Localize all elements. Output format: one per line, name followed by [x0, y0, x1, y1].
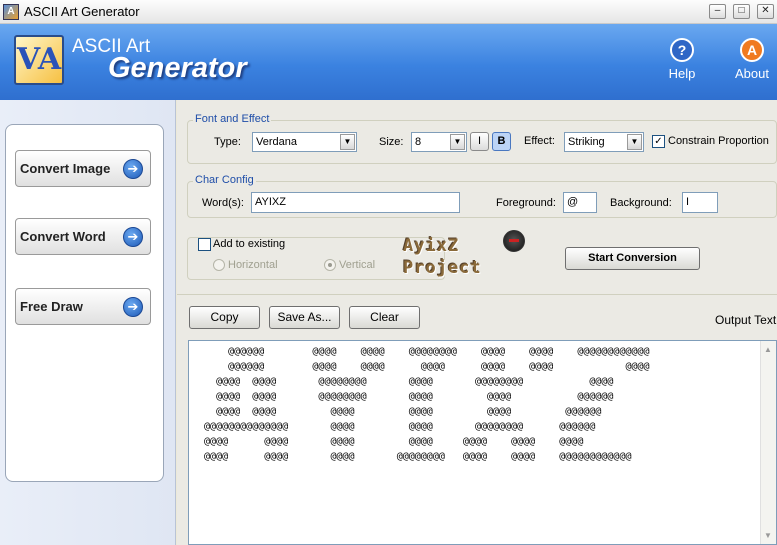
about-label: About	[735, 66, 769, 81]
divider	[177, 294, 777, 295]
header-banner: VA ASCII Art Generator ? Help A About	[0, 24, 777, 100]
char-config-legend: Char Config	[193, 174, 256, 186]
ascii-output: @@@@@@ @@@@ @@@@ @@@@@@@@ @@@@ @@@@ @@@@…	[204, 346, 650, 462]
chevron-down-icon: ▼	[450, 134, 465, 150]
window-title: ASCII Art Generator	[24, 4, 140, 19]
main-content: Font and Effect Type: Verdana ▼ Size: 8 …	[177, 100, 777, 545]
save-as-button[interactable]: Save As...	[269, 306, 340, 329]
font-type-value: Verdana	[256, 136, 297, 148]
italic-toggle[interactable]: I	[470, 132, 489, 151]
arrow-right-icon: ➔	[123, 297, 143, 317]
chevron-down-icon: ▼	[340, 134, 355, 150]
font-type-select[interactable]: Verdana ▼	[252, 132, 357, 152]
help-label: Help	[668, 66, 696, 81]
app-icon: A	[3, 4, 19, 20]
constrain-proportion-label: Constrain Proportion	[668, 135, 769, 147]
font-size-value: 8	[415, 136, 422, 148]
convert-word-label: Convert Word	[20, 229, 106, 244]
font-effect-group: Font and Effect Type: Verdana ▼ Size: 8 …	[187, 113, 777, 164]
app-logo: VA	[14, 35, 64, 85]
vertical-radio[interactable]	[324, 259, 336, 271]
scroll-down-icon[interactable]: ▼	[764, 531, 772, 540]
sidebar-card: Convert Image ➔ Convert Word ➔ Free Draw…	[5, 124, 164, 482]
add-existing-checkbox[interactable]	[198, 238, 211, 251]
maximize-button[interactable]: □	[733, 4, 750, 19]
words-label: Word(s):	[202, 197, 244, 209]
free-draw-label: Free Draw	[20, 299, 83, 314]
convert-image-button[interactable]: Convert Image ➔	[15, 150, 151, 187]
watermark-logo: AyixZ Project	[403, 230, 535, 282]
help-icon: ?	[670, 38, 694, 62]
effect-value: Striking	[568, 136, 605, 148]
background-label: Background:	[610, 197, 672, 209]
background-input[interactable]: I	[682, 192, 718, 213]
foreground-input[interactable]: @	[563, 192, 597, 213]
clear-button[interactable]: Clear	[349, 306, 420, 329]
app-title-line2: Generator	[108, 52, 247, 84]
about-icon: A	[740, 38, 764, 62]
size-label: Size:	[379, 136, 404, 148]
scroll-up-icon[interactable]: ▲	[764, 345, 772, 354]
watermark-line1: AyixZ	[403, 236, 460, 256]
sidebar: Convert Image ➔ Convert Word ➔ Free Draw…	[0, 100, 176, 545]
watermark-line2: Project	[403, 258, 482, 278]
effect-label: Effect:	[524, 135, 555, 147]
about-button[interactable]: A About	[729, 38, 775, 88]
foreground-label: Foreground:	[496, 197, 556, 209]
chevron-down-icon: ▼	[627, 134, 642, 150]
horizontal-radio[interactable]	[213, 259, 225, 271]
arrow-right-icon: ➔	[123, 227, 143, 247]
arrow-right-icon: ➔	[123, 159, 143, 179]
output-text-label: Output Text	[715, 313, 777, 327]
effect-select[interactable]: Striking ▼	[564, 132, 644, 152]
start-conversion-button[interactable]: Start Conversion	[565, 247, 700, 270]
bold-toggle[interactable]: B	[492, 132, 511, 151]
font-effect-legend: Font and Effect	[193, 113, 272, 125]
minimize-button[interactable]: ‒	[709, 4, 726, 19]
title-bar: A ASCII Art Generator ‒ □ ✕	[0, 0, 777, 24]
vertical-scrollbar[interactable]: ▲ ▼	[760, 341, 776, 544]
convert-image-label: Convert Image	[20, 161, 111, 176]
type-label: Type:	[214, 136, 241, 148]
vertical-label: Vertical	[339, 259, 376, 271]
output-textarea[interactable]: @@@@@@ @@@@ @@@@ @@@@@@@@ @@@@ @@@@ @@@@…	[188, 340, 777, 545]
constrain-proportion-checkbox[interactable]: ✓	[652, 135, 665, 148]
char-config-group: Char Config Word(s): AYIXZ Foreground: @…	[187, 174, 777, 218]
close-button[interactable]: ✕	[757, 4, 774, 19]
skull-icon	[503, 230, 525, 252]
copy-button[interactable]: Copy	[189, 306, 260, 329]
free-draw-button[interactable]: Free Draw ➔	[15, 288, 151, 325]
help-button[interactable]: ? Help	[659, 38, 705, 88]
add-existing-label: Add to existing	[213, 238, 286, 250]
convert-word-button[interactable]: Convert Word ➔	[15, 218, 151, 255]
font-size-select[interactable]: 8 ▼	[411, 132, 467, 152]
horizontal-label: Horizontal	[228, 259, 278, 271]
words-input[interactable]: AYIXZ	[251, 192, 460, 213]
